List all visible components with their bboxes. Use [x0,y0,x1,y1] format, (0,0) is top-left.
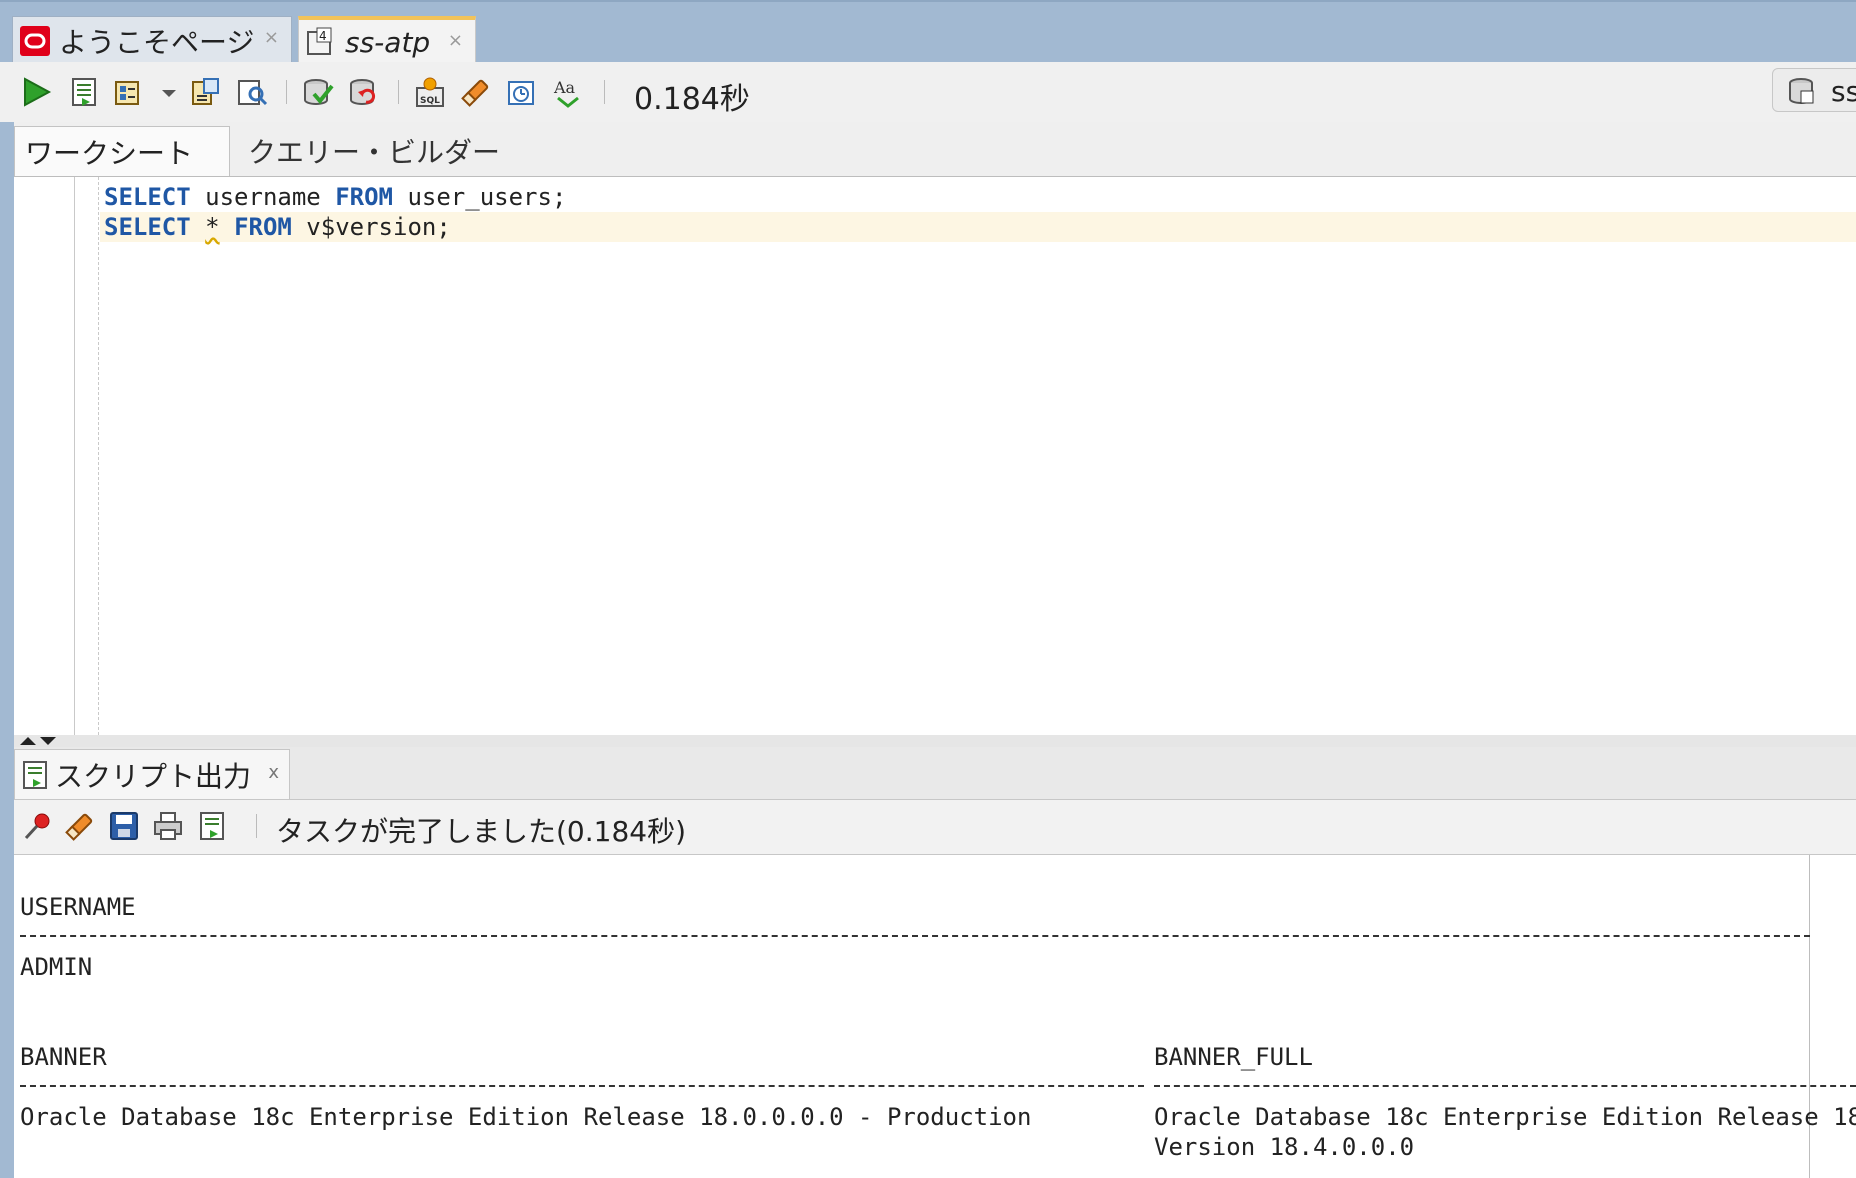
column-header-username: USERNAME [20,893,136,921]
tab-script-output[interactable]: スクリプト出力 x [14,749,290,799]
sql-keyword: FROM [234,213,292,241]
close-icon[interactable]: × [448,30,463,51]
task-status-text: タスクが完了しました(0.184秒) [276,815,687,848]
document-tab-bar: ようこそページ × 4 ss-atp × [0,0,1856,64]
autotrace-icon[interactable] [112,76,144,108]
code-line-2: SELECT * FROM v$version; [104,212,451,242]
sql-editor[interactable]: SELECT username FROM user_users; SELECT … [14,177,1856,736]
close-icon[interactable]: × [264,27,279,48]
column-header-banner-full: BANNER_FULL [1154,1043,1313,1071]
run-script-icon[interactable] [68,76,100,108]
svg-text:SQL: SQL [420,96,440,106]
svg-text:Aa: Aa [553,78,576,97]
unshared-sql-icon[interactable]: SQL [414,76,446,108]
tab-ss-atp-label: ss-atp [345,25,431,59]
close-icon[interactable]: x [268,762,279,783]
oracle-logo-icon [20,25,50,56]
line-gutter [14,177,75,735]
tab-ss-atp[interactable]: 4 ss-atp × [298,16,476,64]
sql-text: username [190,183,336,211]
banner-full-version: Version 18.4.0.0.0 [1154,1133,1415,1161]
clear-eraser-icon[interactable] [64,810,96,842]
tab-welcome-page[interactable]: ようこそページ × [12,16,292,64]
margin-guide [98,177,99,735]
run-statement-icon[interactable] [20,76,52,108]
commit-icon[interactable] [302,76,334,108]
worksheet-toolbar: SQL Aa 0.184秒 ss [0,62,1856,123]
column-header-banner: BANNER [20,1043,107,1071]
script-output-body[interactable]: USERNAME ADMIN BANNER BANNER_FULL Oracle… [14,855,1856,1178]
left-panel-strip [0,122,14,1178]
tab-welcome-label: ようこそページ [59,25,255,59]
banner-full-value: Oracle Database 18c Enterprise Edition R… [1154,1103,1856,1131]
output-toolbar: タスクが完了しました(0.184秒) [14,800,1856,855]
header-separator [20,1085,1144,1087]
sql-wildcard: * [205,213,220,241]
connection-selector[interactable]: ss [1772,68,1856,112]
toolbar-separator [398,80,399,104]
tab-worksheet[interactable]: ワークシート [14,126,230,176]
toolbar-separator [604,80,605,104]
tab-script-output-label: スクリプト出力 [55,759,252,793]
panel-splitter[interactable] [14,735,1856,747]
clear-eraser-icon[interactable] [460,76,492,108]
sql-tuning-advisor-icon[interactable] [236,76,268,108]
elapsed-time: 0.184秒 [634,82,750,117]
database-icon [1789,78,1814,104]
chevron-down-icon[interactable] [160,76,178,108]
output-tab-bar: スクリプト出力 x [14,747,1856,800]
sql-text: v$version; [291,213,451,241]
banner-value: Oracle Database 18c Enterprise Edition R… [20,1103,1032,1131]
toolbar-separator [286,80,287,104]
rollback-icon[interactable] [348,76,380,108]
run-script-icon[interactable] [196,810,228,842]
pin-icon[interactable] [22,810,54,842]
username-value: ADMIN [20,953,93,981]
worksheet-subtabs: ワークシート クエリー・ビルダー [14,122,1856,177]
print-icon[interactable] [152,810,184,842]
svg-text:4: 4 [319,29,327,43]
explain-plan-icon[interactable] [190,76,222,108]
sql-keyword: FROM [335,183,393,211]
format-case-icon[interactable]: Aa [552,76,584,108]
sql-keyword: SELECT [104,183,191,211]
code-line-1: SELECT username FROM user_users; [104,182,566,212]
sql-worksheet-icon: 4 [307,27,332,55]
header-separator [20,935,1810,937]
connection-label: ss [1831,75,1856,108]
toolbar-separator [256,814,257,838]
sql-keyword: SELECT [104,213,191,241]
sql-history-icon[interactable] [506,76,538,108]
sql-text: user_users; [393,183,567,211]
splitter-arrows-icon[interactable] [18,735,58,747]
header-separator [1154,1085,1856,1087]
script-output-icon [23,760,47,789]
save-icon[interactable] [108,810,140,842]
tab-query-builder[interactable]: クエリー・ビルダー [238,126,538,176]
